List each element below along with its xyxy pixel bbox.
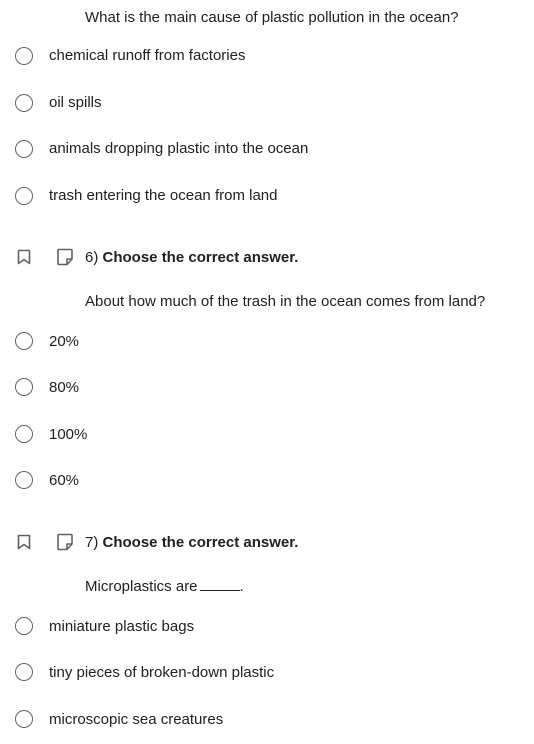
q6-header: 6) Choose the correct answer.: [85, 249, 298, 267]
q6-option-2-radio[interactable]: [15, 378, 33, 396]
note-icon[interactable]: [56, 533, 74, 551]
q6-option-3-label[interactable]: 100%: [49, 426, 87, 444]
q6-option-3-radio[interactable]: [15, 425, 33, 443]
note-icon[interactable]: [56, 248, 74, 266]
q6-option-1-label[interactable]: 20%: [49, 333, 79, 351]
q5-option-4-radio[interactable]: [15, 187, 33, 205]
q5-option-3-label[interactable]: animals dropping plastic into the ocean: [49, 140, 308, 158]
q7-option-3-radio[interactable]: [15, 710, 33, 728]
q7-option-2-radio[interactable]: [15, 663, 33, 681]
q5-option-2-radio[interactable]: [15, 94, 33, 112]
q7-instruction: Choose the correct answer.: [102, 534, 299, 551]
q6-prompt: About how much of the trash in the ocean…: [85, 293, 486, 310]
q7-number: 7): [85, 534, 99, 551]
q6-option-4-radio[interactable]: [15, 471, 33, 489]
q7-prompt-end: .: [239, 578, 244, 595]
q6-option-1-radio[interactable]: [15, 332, 33, 350]
q7-option-1-label[interactable]: miniature plastic bags: [49, 618, 194, 636]
q6-number: 6): [85, 249, 99, 266]
q5-prompt: What is the main cause of plastic pollut…: [85, 9, 459, 26]
q5-option-1-label[interactable]: chemical runoff from factories: [49, 47, 245, 65]
q7-option-1-radio[interactable]: [15, 617, 33, 635]
q6-option-4-label[interactable]: 60%: [49, 472, 79, 490]
bookmark-icon[interactable]: [17, 534, 31, 550]
q7-option-2-label[interactable]: tiny pieces of broken-down plastic: [49, 664, 274, 682]
q5-option-4-label[interactable]: trash entering the ocean from land: [49, 187, 277, 205]
bookmark-icon[interactable]: [17, 249, 31, 265]
q6-option-2-label[interactable]: 80%: [49, 379, 79, 397]
q7-header: 7) Choose the correct answer.: [85, 534, 298, 552]
q7-option-3-label[interactable]: microscopic sea creatures: [49, 711, 223, 729]
q6-instruction: Choose the correct answer.: [102, 249, 299, 266]
q5-option-1-radio[interactable]: [15, 47, 33, 65]
q5-option-2-label[interactable]: oil spills: [49, 94, 102, 112]
q5-option-3-radio[interactable]: [15, 140, 33, 158]
q7-prompt: Microplastics are.: [85, 578, 244, 596]
q7-prompt-text: Microplastics are: [85, 578, 198, 595]
answer-blank: [199, 578, 240, 591]
